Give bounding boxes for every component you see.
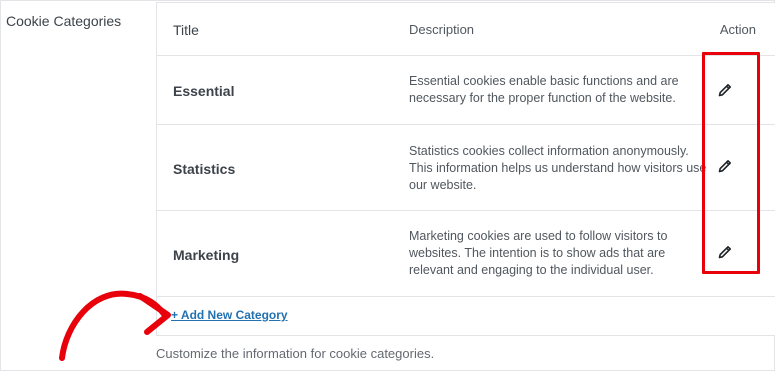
help-text: Customize the information for cookie cat… [156, 346, 435, 361]
header-title: Title [173, 22, 199, 38]
table-header-row: Title Description Action [157, 3, 775, 56]
row-title: Essential [173, 83, 235, 99]
pencil-icon [718, 84, 731, 97]
header-action: Action [719, 22, 756, 37]
pencil-icon [718, 246, 731, 259]
edit-essential-button[interactable] [716, 81, 734, 99]
desc-line: Statistics cookies collect information a… [409, 144, 689, 158]
row-description: Marketing cookies are used to follow vis… [409, 228, 709, 279]
row-description: Statistics cookies collect information a… [409, 143, 709, 194]
header-description: Description [409, 22, 475, 37]
desc-line: This information helps us understand how… [409, 161, 707, 175]
desc-line: relevant and engaging to the individual … [409, 263, 654, 277]
desc-line: our website. [409, 178, 477, 192]
edit-statistics-button[interactable] [716, 157, 734, 175]
table-row-marketing: Marketing Marketing cookies are used to … [157, 211, 775, 297]
pencil-icon [718, 160, 731, 173]
row-title: Statistics [173, 161, 236, 177]
table-row-statistics: Statistics Statistics cookies collect in… [157, 125, 775, 211]
row-title: Marketing [173, 247, 240, 263]
cookie-categories-table: Title Description Action Essential Essen… [156, 2, 775, 336]
desc-line: websites. The intention is to show ads t… [409, 246, 666, 260]
add-new-category-link[interactable]: + Add New Category [171, 308, 288, 322]
edit-marketing-button[interactable] [716, 243, 734, 261]
desc-line: Essential cookies enable basic functions… [409, 74, 679, 88]
section-label: Cookie Categories [6, 13, 122, 29]
table-row-essential: Essential Essential cookies enable basic… [157, 56, 775, 125]
desc-line: necessary for the proper function of the… [409, 91, 676, 105]
desc-line: Marketing cookies are used to follow vis… [409, 229, 668, 243]
row-description: Essential cookies enable basic functions… [409, 73, 709, 107]
